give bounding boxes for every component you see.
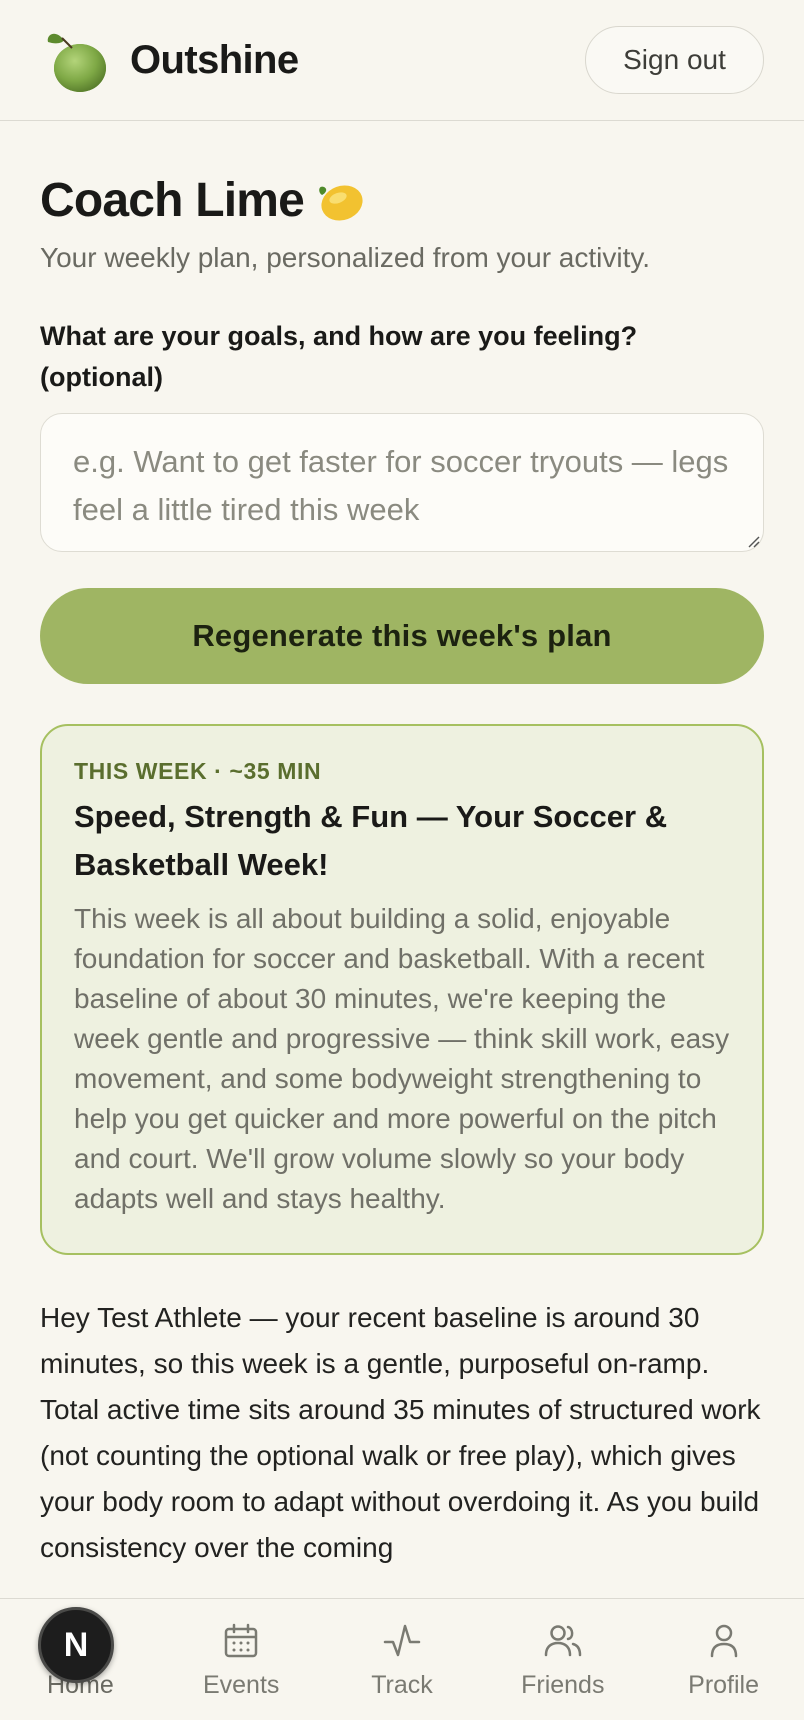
nav-profile-label: Profile [688,1671,760,1699]
resize-handle-icon[interactable] [746,534,760,548]
sign-out-button[interactable]: Sign out [585,26,764,94]
coach-message: Hey Test Athlete — your recent baseline … [40,1302,761,1563]
dev-overlay-badge[interactable]: N [38,1607,114,1683]
lemon-icon [319,184,363,221]
activity-icon [383,1624,421,1657]
nav-friends[interactable]: Friends [482,1599,643,1720]
goals-textarea[interactable]: e.g. Want to get faster for soccer tryou… [40,413,764,552]
lime-logo-icon [47,33,106,92]
weekly-plan-card: THIS WEEK · ~35 MIN Speed, Strength & Fu… [40,724,764,1255]
app-header: Outshine Sign out [0,0,804,121]
plan-title: Speed, Strength & Fun — Your Soccer & Ba… [74,799,668,882]
nav-friends-label: Friends [521,1671,605,1699]
page-title: Coach Lime [40,174,305,227]
regenerate-plan-button[interactable]: Regenerate this week's plan [40,588,764,684]
goals-label: What are your goals, and how are you fee… [40,321,638,392]
nav-events-label: Events [202,1671,280,1699]
users-icon [544,1625,582,1657]
plan-meta: THIS WEEK · ~35 MIN [74,758,322,784]
plan-description: This week is all about building a solid,… [74,903,730,1214]
bottom-nav: Home Events Track Friends Profile [0,1598,804,1720]
brand-name: Outshine [130,37,299,82]
nav-track[interactable]: Track [322,1599,483,1720]
title-row: Coach Lime [40,173,764,228]
page-subtitle: Your weekly plan, personalized from your… [40,242,651,273]
user-icon [710,1624,737,1658]
nav-profile[interactable]: Profile [643,1599,804,1720]
coach-page: Coach Lime Your weekly plan, personalize… [0,173,804,1571]
nav-events[interactable]: Events [161,1599,322,1720]
goals-placeholder: e.g. Want to get faster for soccer tryou… [73,444,729,527]
dev-overlay-badge-label: N [63,1625,89,1664]
calendar-icon [224,1623,258,1658]
nav-track-label: Track [371,1671,433,1699]
brand[interactable]: Outshine [44,26,299,94]
